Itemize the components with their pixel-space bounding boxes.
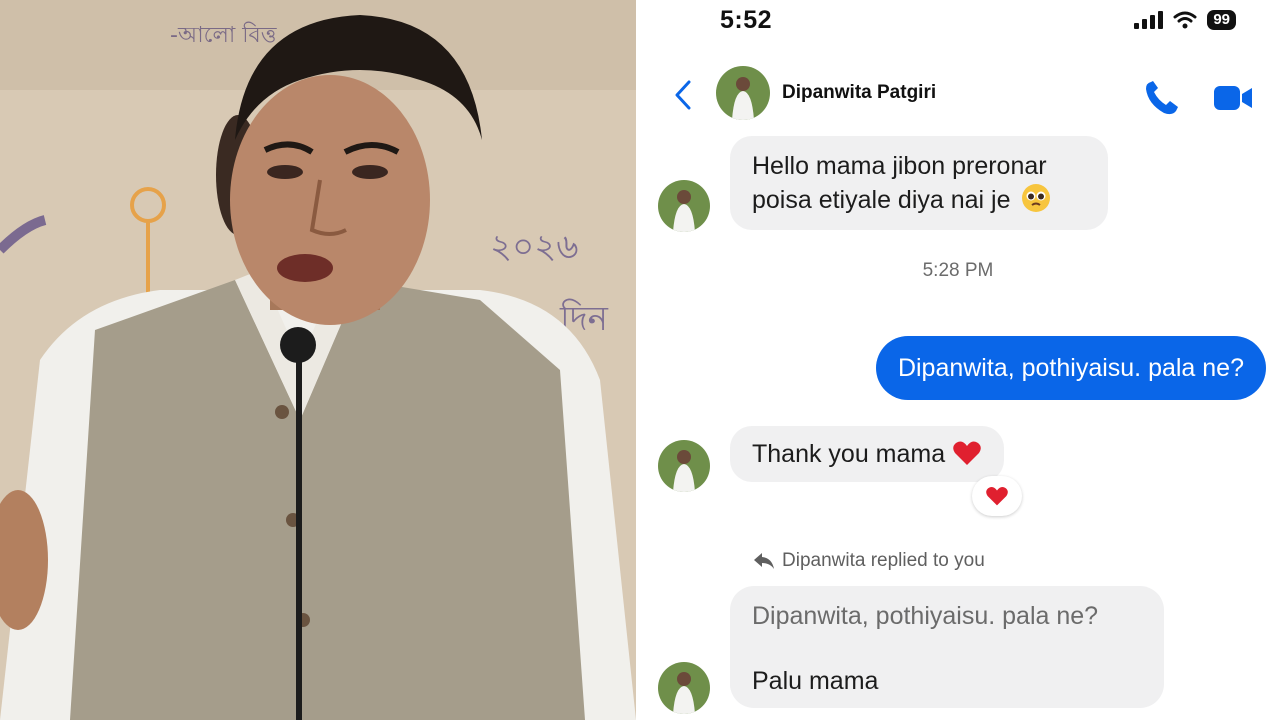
back-button[interactable]: [670, 80, 696, 110]
wifi-icon: [1173, 11, 1197, 29]
message-reaction[interactable]: [972, 476, 1022, 516]
backdrop-year: ২০২৬: [490, 227, 578, 267]
sender-avatar[interactable]: [658, 440, 710, 492]
status-bar: 5:52 99: [636, 0, 1280, 44]
message-line: poisa etiyale diya nai je: [752, 186, 1011, 214]
avatar-image: [658, 180, 710, 232]
video-call-button[interactable]: [1212, 78, 1254, 118]
heart-icon: [953, 441, 981, 465]
cellular-signal-icon: [1134, 11, 1164, 29]
avatar-image: [658, 440, 710, 492]
reply-indicator: Dipanwita replied to you: [752, 550, 985, 572]
speaker-photo: -আলো বিত্ত ২০২৬ দিন: [0, 0, 636, 720]
status-icons: 99: [1134, 10, 1236, 30]
message-text: Thank you mama: [752, 440, 946, 468]
contact-avatar[interactable]: [716, 66, 770, 120]
contact-name[interactable]: Dipanwita Patgiri: [782, 82, 936, 104]
video-camera-icon: [1214, 86, 1252, 110]
message-line-with-emoji: poisa etiyale diya nai je: [752, 183, 1086, 217]
phone-icon: [1146, 81, 1178, 115]
message-line: Hello mama jibon preronar: [752, 152, 1047, 180]
composite-image: -আলো বিত্ত ২০২৬ দিন 5:52 99 Dipanwita Pa…: [0, 0, 1280, 720]
incoming-message[interactable]: Thank you mama: [730, 426, 1005, 482]
battery-indicator: 99: [1207, 10, 1236, 30]
reply-note-text: Dipanwita replied to you: [782, 550, 985, 571]
status-time: 5:52: [720, 6, 773, 34]
avatar-image: [716, 66, 770, 120]
backdrop-text: -আলো বিত্ত: [170, 22, 278, 48]
conversation-header: Dipanwita Patgiri: [636, 60, 1280, 126]
incoming-message[interactable]: Hello mama jibon preronar poisa etiyale …: [730, 136, 1108, 230]
incoming-reply-message[interactable]: Palu mama: [730, 656, 901, 706]
heart-icon: [986, 487, 1008, 506]
avatar-image: [658, 662, 710, 714]
speaker-illustration: -আলো বিত্ত ২০২৬ দিন: [0, 0, 636, 720]
pleading-face-emoji: [1022, 184, 1051, 212]
messenger-chat-screen: 5:52 99 Dipanwita Patgiri Hello mama jib…: [636, 0, 1280, 720]
sender-avatar[interactable]: [658, 180, 710, 232]
audio-call-button[interactable]: [1142, 78, 1182, 118]
back-chevron-icon: [675, 80, 691, 110]
quoted-message-text: Dipanwita, pothiyaisu. pala ne?: [752, 602, 1099, 630]
message-timestamp: 5:28 PM: [922, 260, 994, 281]
sender-avatar[interactable]: [658, 662, 710, 714]
reply-arrow-icon: [754, 553, 774, 569]
outgoing-message[interactable]: Dipanwita, pothiyaisu. pala ne?: [875, 336, 1266, 400]
